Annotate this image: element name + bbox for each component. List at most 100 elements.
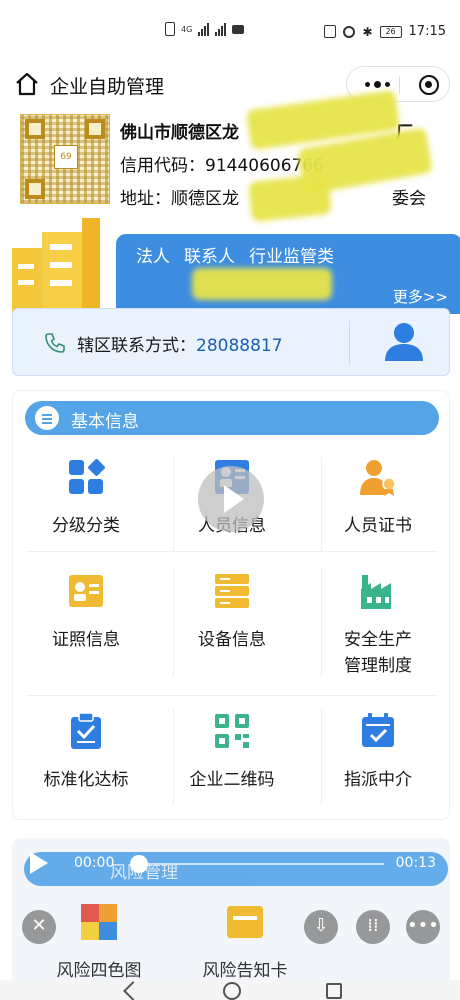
- bluetooth-icon: ✱: [362, 24, 373, 39]
- company-qr-code[interactable]: 69: [20, 114, 110, 204]
- grid-divider: [173, 457, 174, 553]
- qr-logo-badge: 69: [54, 145, 78, 169]
- more-link[interactable]: 更多>>: [393, 286, 448, 307]
- basic-info-title: 基本信息: [71, 412, 139, 432]
- equipment-icon: [215, 574, 249, 608]
- list-icon: [35, 406, 59, 430]
- grid-divider: [321, 457, 322, 553]
- item-safety-management-system[interactable]: 安全生产 管理制度: [305, 571, 451, 679]
- item-company-qr[interactable]: 企业二维码: [159, 711, 305, 793]
- company-name: 佛山市顺德区龙 厂: [120, 118, 413, 143]
- more-options-icon[interactable]: •••: [406, 910, 440, 944]
- item-grade-classify[interactable]: 分级分类: [13, 457, 159, 539]
- grid-divider: [27, 551, 437, 552]
- address-value: 顺德区龙: [171, 189, 239, 209]
- video-icon: [232, 24, 245, 34]
- qr-code-icon: [215, 714, 249, 748]
- district-contact: 辖区联系方式：28088817: [77, 331, 283, 356]
- item-label-line1: 安全生产: [344, 630, 412, 650]
- audio-current-time: 00:00: [74, 855, 115, 871]
- tab-industry-regulation[interactable]: 行业监管类: [249, 242, 334, 267]
- license-card-icon: [69, 575, 103, 607]
- grid-divider: [173, 567, 174, 677]
- close-icon[interactable]: ✕: [22, 910, 56, 944]
- info-tabs-panel: 法人 联系人 行业监管类 更多>>: [116, 234, 460, 314]
- building-illustration-icon: [12, 218, 100, 314]
- status-right: ✱ 26 17:15: [324, 24, 446, 39]
- sim-icon: [165, 22, 175, 36]
- district-contact-card: 辖区联系方式：28088817: [12, 308, 450, 376]
- person-icon[interactable]: [383, 321, 425, 361]
- grid-classify-icon: [69, 459, 105, 494]
- more-menu-icon[interactable]: [365, 81, 390, 88]
- system-back-icon[interactable]: [123, 981, 143, 1000]
- item-label: 分级分类: [52, 516, 120, 536]
- item-assign-agency[interactable]: 指派中介: [305, 711, 451, 793]
- address-tail: 委会: [392, 189, 426, 209]
- battery-icon: 26: [379, 25, 402, 38]
- floating-controls: ✕ ⇩ ⁞⁞ •••: [0, 910, 460, 944]
- item-label: 安全生产 管理制度: [305, 627, 451, 679]
- item-label: 指派中介: [344, 770, 412, 790]
- clipboard-check-icon: [71, 712, 101, 749]
- item-license-info[interactable]: 证照信息: [13, 571, 159, 653]
- alarm-icon: [343, 25, 356, 38]
- certificate-person-icon: [360, 460, 396, 496]
- factory-icon: [361, 575, 391, 609]
- tab-legal-person[interactable]: 法人: [136, 242, 170, 267]
- item-personnel-certificate[interactable]: 人员证书: [305, 457, 451, 539]
- status-bar: 4G ✱ 26 17:15: [0, 0, 460, 70]
- audio-progress-track[interactable]: [140, 863, 384, 865]
- item-standardization[interactable]: 标准化达标: [13, 711, 159, 793]
- phone-icon: [45, 333, 65, 353]
- grid-divider: [27, 695, 437, 696]
- grid-menu-icon[interactable]: ⁞⁞: [356, 910, 390, 944]
- item-label-line2: 管理制度: [344, 656, 412, 676]
- company-banner: 法人 联系人 行业监管类 更多>> 辖区联系方式：28088817: [12, 210, 460, 376]
- signal-indicators: 4G: [165, 22, 245, 36]
- credit-code-label: 信用代码：: [120, 156, 205, 176]
- system-recent-apps-icon[interactable]: [326, 983, 342, 999]
- signal-icon: [198, 22, 210, 36]
- contact-phone[interactable]: 28088817: [196, 336, 283, 356]
- nfc-icon: [324, 25, 337, 38]
- company-name-start: 佛山市顺德区龙: [120, 123, 239, 143]
- network-label: 4G: [181, 24, 193, 34]
- close-miniprogram-icon[interactable]: [419, 75, 439, 95]
- redaction-mark: [192, 268, 332, 300]
- system-home-icon[interactable]: [223, 982, 241, 1000]
- grid-divider: [321, 709, 322, 805]
- audio-progress-knob[interactable]: [130, 855, 148, 873]
- home-icon[interactable]: [14, 71, 40, 97]
- capsule-divider: [399, 76, 400, 94]
- audio-play-icon[interactable]: [30, 852, 48, 874]
- item-label: 设备信息: [198, 630, 266, 650]
- item-label: 风险四色图: [56, 961, 142, 981]
- signal-icon-2: [215, 22, 227, 36]
- contact-divider: [349, 321, 350, 365]
- item-label: 标准化达标: [43, 770, 129, 790]
- item-label: 证照信息: [52, 630, 120, 650]
- item-equipment-info[interactable]: 设备信息: [159, 571, 305, 653]
- contact-label: 辖区联系方式：: [77, 336, 196, 356]
- grid-divider: [321, 567, 322, 677]
- video-play-button[interactable]: [198, 466, 264, 532]
- page-title: 企业自助管理: [50, 76, 165, 98]
- address-label: 地址：: [120, 189, 171, 209]
- grid-divider: [173, 709, 174, 805]
- address-row: 地址：顺德区龙 委会: [120, 184, 426, 209]
- status-time: 17:15: [408, 24, 446, 39]
- calendar-check-icon: [362, 713, 394, 747]
- credit-code-row: 信用代码：91440606766: [120, 151, 324, 176]
- basic-info-section: 基本信息 分级分类 人员信息: [12, 390, 450, 820]
- download-icon[interactable]: ⇩: [304, 910, 338, 944]
- tab-contact[interactable]: 联系人: [184, 242, 235, 267]
- item-label: 企业二维码: [189, 770, 275, 790]
- item-label: 人员证书: [344, 516, 412, 536]
- info-tabs: 法人 联系人 行业监管类: [136, 242, 334, 267]
- item-label: 风险告知卡: [202, 961, 288, 981]
- audio-total-time: 00:13: [395, 855, 436, 871]
- system-navigation-bar: [0, 980, 460, 1000]
- basic-info-header: 基本信息: [25, 401, 439, 435]
- audio-player: 00:00 00:13: [30, 850, 450, 880]
